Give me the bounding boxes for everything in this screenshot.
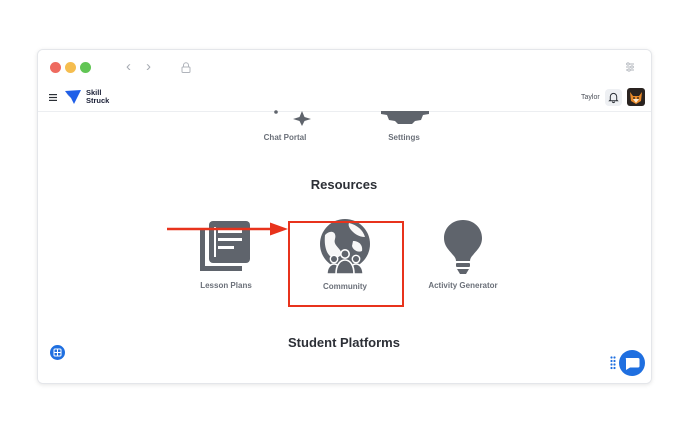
lightbulb-icon (444, 220, 482, 274)
accessibility-button[interactable] (50, 345, 65, 360)
tile-label-activity-generator: Activity Generator (428, 281, 498, 290)
logo-line-2: Struck (86, 95, 110, 105)
logo-text[interactable]: Skill Struck (86, 89, 109, 104)
close-window-button[interactable] (50, 62, 61, 73)
app-header: Skill Struck Taylor (38, 85, 651, 112)
notifications-button[interactable] (605, 89, 622, 106)
section-title-student-platforms: Student Platforms (288, 335, 400, 350)
chevron-right-icon[interactable]: › (146, 58, 151, 76)
avatar[interactable] (627, 88, 645, 106)
hamburger-menu-icon[interactable] (49, 94, 57, 101)
chevron-left-icon[interactable]: ‹ (126, 58, 131, 76)
bell-icon (608, 92, 619, 104)
sliders-icon[interactable] (625, 62, 635, 72)
tile-label-settings: Settings (388, 133, 420, 142)
tile-label-chat-portal: Chat Portal (263, 133, 307, 142)
chat-support-button[interactable] (619, 350, 645, 376)
gear-icon (381, 111, 429, 124)
tile-label-lesson-plans: Lesson Plans (200, 281, 252, 290)
skillstruck-logo-icon[interactable] (64, 89, 82, 105)
accessibility-icon (53, 348, 62, 357)
minimize-window-button[interactable] (65, 62, 76, 73)
drag-handle-icon[interactable] (610, 356, 616, 370)
annotation-arrow (167, 222, 288, 236)
browser-window: ‹ › Skill Struck Taylor Chat Portal Sett… (37, 49, 652, 384)
fox-avatar-icon (627, 88, 645, 106)
section-title-resources: Resources (310, 177, 378, 192)
sparkle-icon (274, 110, 311, 126)
lock-icon (181, 62, 191, 73)
annotation-highlight-box (288, 221, 404, 307)
browser-toolbar: ‹ › (38, 50, 651, 85)
maximize-window-button[interactable] (80, 62, 91, 73)
chat-bubble-icon (625, 358, 640, 370)
user-name[interactable]: Taylor (581, 94, 600, 101)
